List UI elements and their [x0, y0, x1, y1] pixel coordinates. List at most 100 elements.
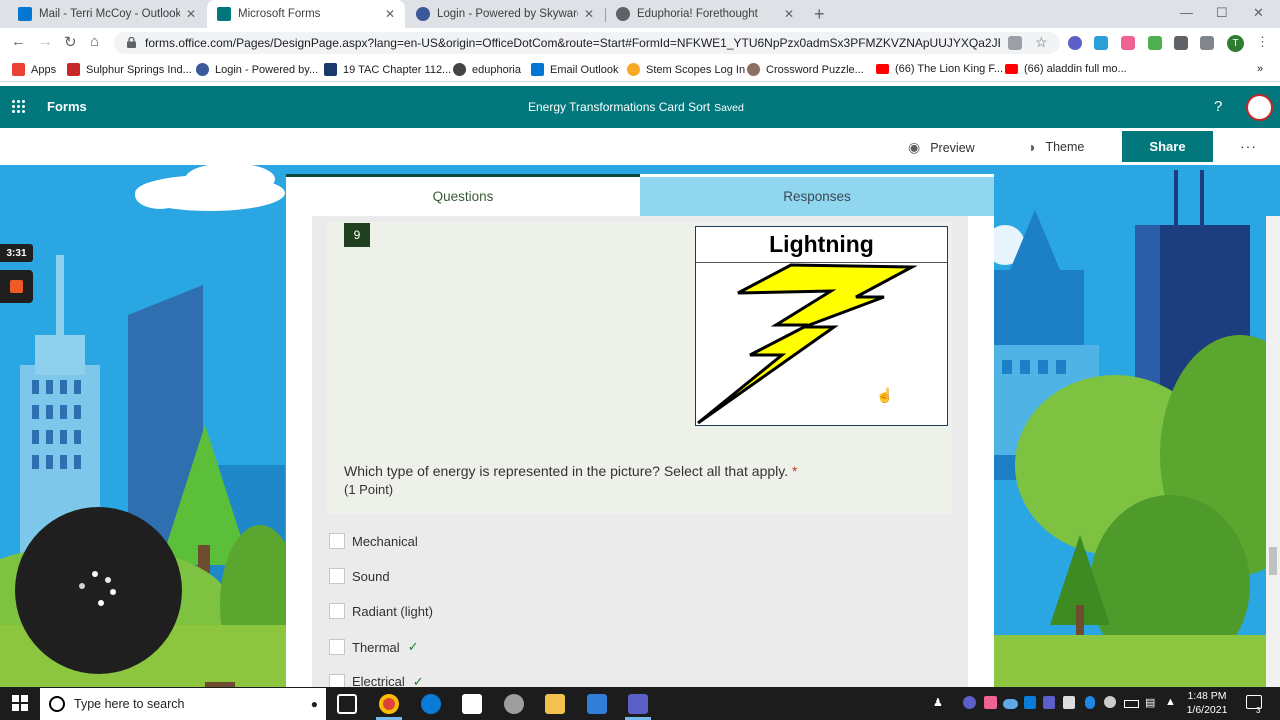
- recording-timer: 3:31: [0, 244, 33, 262]
- app-launcher-icon[interactable]: [12, 100, 26, 114]
- snipping-tool-icon[interactable]: [504, 694, 524, 714]
- onedrive-icon[interactable]: [1003, 699, 1018, 709]
- outlook-tray-icon[interactable]: [1024, 696, 1036, 709]
- option-electrical[interactable]: Electrical ✓: [329, 674, 424, 687]
- bookmark-label: Crossword Puzzle...: [766, 63, 864, 76]
- browser-tab-skyward[interactable]: Login - Powered by Skyward ✕: [406, 0, 604, 28]
- preview-button[interactable]: ◉ Preview: [908, 139, 975, 156]
- correct-check-icon: ✓: [412, 674, 424, 687]
- maximize-icon[interactable]: ☐: [1216, 5, 1228, 21]
- teams-icon[interactable]: [628, 694, 648, 714]
- checkbox[interactable]: [329, 533, 345, 549]
- edge-icon[interactable]: [421, 694, 441, 714]
- reading-list-icon[interactable]: [1200, 36, 1214, 50]
- youtube-icon: [876, 64, 889, 74]
- volume-icon[interactable]: ▲: [1165, 696, 1176, 708]
- new-tab-button[interactable]: +: [814, 4, 825, 25]
- skyward-icon: [196, 63, 209, 76]
- forms-app-name[interactable]: Forms: [47, 99, 87, 114]
- option-mechanical[interactable]: Mechanical: [329, 533, 418, 549]
- page-scrollbar[interactable]: [1266, 216, 1280, 687]
- checkbox[interactable]: [329, 603, 345, 619]
- tab-questions[interactable]: Questions: [286, 174, 640, 216]
- translate-icon[interactable]: [1008, 36, 1022, 50]
- browser-tab-outlook[interactable]: Mail - Terri McCoy - Outlook ✕: [8, 0, 206, 28]
- star-icon[interactable]: ☆: [1035, 34, 1049, 50]
- option-thermal[interactable]: Thermal ✓: [329, 639, 419, 655]
- bookmark-label: eduphoria: [472, 63, 521, 76]
- option-radiant-light[interactable]: Radiant (light): [329, 603, 433, 619]
- bookmark-apps[interactable]: Apps: [12, 63, 56, 76]
- windows-start-icon[interactable]: [12, 695, 28, 711]
- close-icon[interactable]: ✕: [584, 7, 594, 21]
- bookmark-sulphur-springs[interactable]: Sulphur Springs Ind...: [67, 63, 192, 76]
- window-close-icon[interactable]: ✕: [1253, 5, 1264, 21]
- bookmark-tac[interactable]: 19 TAC Chapter 112...: [324, 63, 451, 76]
- close-icon[interactable]: ✕: [784, 7, 794, 21]
- bookmark-lion-king[interactable]: (66) The Lion King F...: [876, 63, 1003, 75]
- bookmark-crossword[interactable]: Crossword Puzzle...: [747, 63, 864, 76]
- tab-label: Mail - Terri McCoy - Outlook: [39, 8, 180, 20]
- option-sound[interactable]: Sound: [329, 568, 390, 584]
- option-label: Thermal: [352, 639, 400, 655]
- bookmark-skyward[interactable]: Login - Powered by...: [196, 63, 318, 76]
- home-icon[interactable]: ⌂: [90, 33, 99, 50]
- image-divider: [696, 262, 947, 263]
- chrome-icon[interactable]: [379, 694, 399, 714]
- bookmark-aladdin[interactable]: (66) aladdin full mo...: [1005, 63, 1127, 75]
- bookmark-label: Sulphur Springs Ind...: [86, 63, 192, 76]
- share-button[interactable]: Share: [1122, 131, 1213, 162]
- teams-tray-icon[interactable]: [1043, 696, 1055, 709]
- store-icon[interactable]: [462, 694, 482, 714]
- extension-green-icon[interactable]: [1148, 36, 1162, 50]
- profile-avatar[interactable]: T: [1227, 35, 1244, 52]
- checkbox[interactable]: [329, 639, 345, 655]
- scrollbar-thumb[interactable]: [1269, 547, 1277, 575]
- tray-extension-icon[interactable]: [963, 696, 976, 709]
- question-number: 9: [344, 223, 370, 247]
- mail-icon[interactable]: [587, 694, 607, 714]
- bookmark-eduphoria[interactable]: eduphoria: [453, 63, 521, 76]
- help-icon[interactable]: ?: [1214, 98, 1222, 115]
- browser-tab-forms[interactable]: Microsoft Forms ✕: [207, 0, 405, 28]
- task-view-icon[interactable]: [337, 694, 357, 714]
- security-icon[interactable]: [1063, 696, 1075, 709]
- back-arrow-icon[interactable]: ←: [11, 33, 26, 50]
- stop-recording-button[interactable]: [0, 270, 33, 303]
- clock-date: 1/6/2021: [1186, 704, 1228, 716]
- taskbar-search-box[interactable]: Type here to search ●: [40, 688, 326, 720]
- kebab-menu-icon[interactable]: ⋮: [1256, 34, 1270, 49]
- reload-icon[interactable]: ↻: [64, 33, 77, 51]
- microphone-icon[interactable]: ●: [311, 697, 318, 711]
- extension-w-icon[interactable]: [1094, 36, 1108, 50]
- correct-check-icon: ✓: [407, 639, 419, 654]
- people-icon[interactable]: ♟: [933, 696, 943, 709]
- bookmark-email-outlook[interactable]: Email Outlook: [531, 63, 618, 76]
- battery-icon[interactable]: [1124, 700, 1139, 708]
- extension-pink-icon[interactable]: [1121, 36, 1135, 50]
- network-icon[interactable]: ▤: [1145, 696, 1155, 709]
- extension-gear-icon[interactable]: [1068, 36, 1082, 50]
- bluetooth-icon[interactable]: [1085, 696, 1095, 709]
- theme-button[interactable]: ◑ Theme: [1027, 139, 1084, 155]
- bookmarks-overflow-icon[interactable]: »: [1257, 63, 1263, 75]
- more-options-icon[interactable]: ···: [1240, 138, 1257, 154]
- taskbar-clock[interactable]: 1:48 PM 1/6/2021: [1182, 689, 1232, 717]
- file-explorer-icon[interactable]: [545, 694, 565, 714]
- meeting-icon[interactable]: [1104, 696, 1116, 708]
- checkbox[interactable]: [329, 674, 345, 687]
- tray-app-icon[interactable]: [984, 696, 997, 709]
- webcam-bubble[interactable]: [15, 507, 182, 674]
- bookmark-stem-scopes[interactable]: Stem Scopes Log In: [627, 63, 745, 76]
- outlook-icon: [18, 7, 32, 21]
- user-avatar[interactable]: [1246, 94, 1273, 121]
- forward-arrow-icon[interactable]: →: [38, 33, 53, 50]
- puzzle-icon[interactable]: [1174, 36, 1188, 50]
- checkbox[interactable]: [329, 568, 345, 584]
- tab-responses[interactable]: Responses: [640, 177, 994, 216]
- close-icon[interactable]: ✕: [385, 7, 395, 21]
- browser-tab-eduphoria[interactable]: Eduphoria! Forethought ✕: [606, 0, 804, 28]
- close-icon[interactable]: ✕: [186, 7, 196, 21]
- tab-label: Microsoft Forms: [238, 8, 321, 20]
- minimize-icon[interactable]: —: [1180, 5, 1193, 20]
